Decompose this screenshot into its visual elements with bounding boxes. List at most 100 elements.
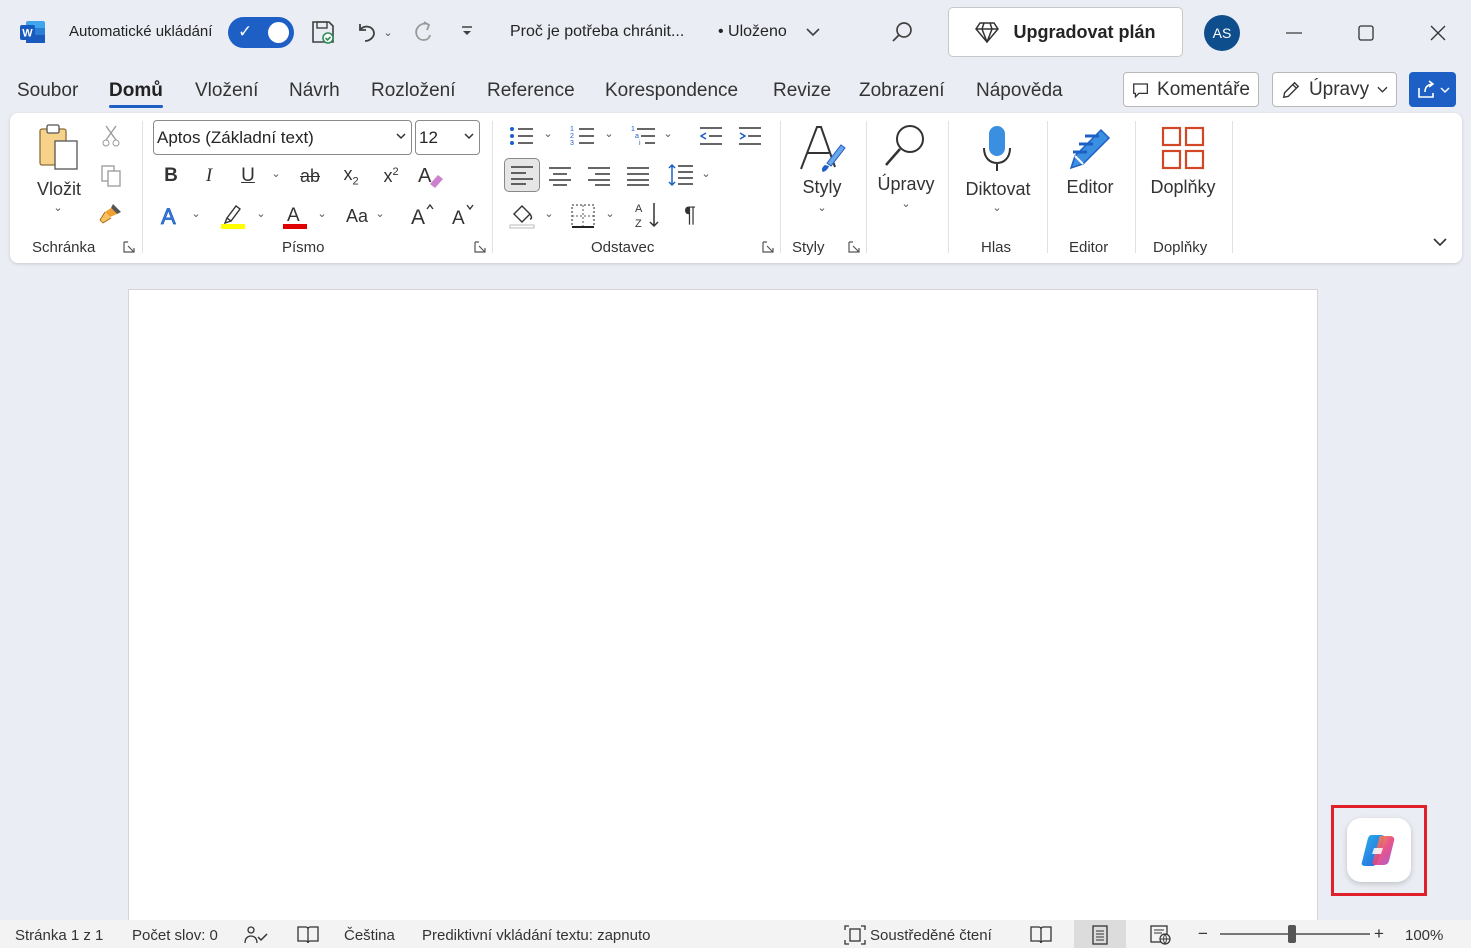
avatar[interactable]: AS: [1204, 15, 1240, 51]
customize-quick-access[interactable]: [452, 17, 482, 47]
upgrade-plan-button[interactable]: Upgradovat plán: [948, 7, 1183, 57]
grow-font-button[interactable]: A: [408, 201, 438, 229]
paste-button[interactable]: [34, 123, 84, 173]
tab-help[interactable]: Nápověda: [976, 80, 1063, 102]
autosave-toggle[interactable]: ✓: [228, 17, 294, 48]
clear-formatting-button[interactable]: A: [415, 161, 445, 191]
close-button[interactable]: [1423, 18, 1453, 48]
underline-button[interactable]: U: [235, 163, 261, 189]
line-spacing-dropdown[interactable]: ⌄: [698, 167, 714, 180]
chevron-down-icon[interactable]: ⌄: [814, 201, 830, 214]
read-mode-icon[interactable]: [1030, 925, 1052, 945]
web-layout-icon[interactable]: [1150, 925, 1172, 945]
font-color-dropdown[interactable]: ⌄: [314, 207, 330, 220]
predictive-text-status[interactable]: Prediktivní vkládání textu: zapnuto: [422, 927, 650, 944]
language-status[interactable]: Čeština: [344, 927, 395, 944]
tab-view[interactable]: Zobrazení: [859, 80, 945, 102]
redo-button[interactable]: [408, 17, 438, 47]
comments-button[interactable]: Komentáře: [1123, 72, 1259, 107]
word-count[interactable]: Počet slov: 0: [132, 927, 218, 944]
font-color-button[interactable]: A: [280, 201, 310, 231]
show-formatting-button[interactable]: ¶: [676, 201, 704, 229]
zoom-slider-thumb[interactable]: [1288, 925, 1296, 943]
ribbon-collapse-button[interactable]: [1428, 231, 1452, 253]
tab-mailings[interactable]: Korespondence: [605, 80, 738, 102]
maximize-button[interactable]: [1351, 18, 1381, 48]
align-center-button[interactable]: [547, 163, 573, 189]
chevron-down-icon[interactable]: ⌄: [898, 197, 914, 210]
bullets-dropdown[interactable]: ⌄: [540, 127, 556, 140]
highlight-button[interactable]: [218, 201, 248, 231]
tab-design[interactable]: Návrh: [289, 80, 340, 102]
decrease-indent-button[interactable]: [696, 123, 726, 149]
copilot-button[interactable]: [1347, 818, 1411, 882]
addins-button[interactable]: [1158, 123, 1208, 173]
superscript-button[interactable]: x2: [377, 163, 405, 189]
focus-icon[interactable]: [844, 925, 866, 945]
strikethrough-button[interactable]: ab: [296, 163, 324, 189]
clipboard-launcher-icon[interactable]: [123, 241, 135, 253]
justify-button[interactable]: [625, 163, 651, 189]
italic-button[interactable]: I: [196, 163, 222, 189]
tab-layout[interactable]: Rozložení: [371, 80, 456, 102]
text-effects-button[interactable]: A: [156, 203, 186, 229]
styles-launcher-icon[interactable]: [848, 241, 860, 253]
undo-dropdown[interactable]: ⌄: [378, 17, 398, 47]
tab-home[interactable]: Domů: [109, 80, 163, 108]
chevron-down-icon[interactable]: ⌄: [989, 201, 1005, 214]
focus-mode-label[interactable]: Soustředěné čtení: [870, 927, 992, 944]
bullets-button[interactable]: [507, 123, 537, 149]
zoom-out-button[interactable]: −: [1198, 924, 1208, 944]
search-button[interactable]: [887, 17, 917, 47]
copy-button[interactable]: [98, 163, 124, 189]
change-case-button[interactable]: Aa: [342, 203, 372, 229]
dictate-button[interactable]: [972, 121, 1022, 177]
bold-button[interactable]: B: [158, 163, 184, 189]
page-count[interactable]: Stránka 1 z 1: [15, 927, 103, 944]
editing-mode-button[interactable]: Úpravy: [1272, 72, 1397, 107]
shading-dropdown[interactable]: ⌄: [541, 207, 557, 220]
text-effects-dropdown[interactable]: ⌄: [188, 207, 204, 220]
multilevel-list-dropdown[interactable]: ⌄: [660, 127, 676, 140]
borders-dropdown[interactable]: ⌄: [602, 207, 618, 220]
proofing-book-icon[interactable]: [296, 925, 320, 945]
font-launcher-icon[interactable]: [474, 241, 486, 253]
saved-status[interactable]: • Uloženo: [718, 23, 787, 41]
underline-dropdown[interactable]: ⌄: [268, 167, 284, 180]
editor-button[interactable]: [1064, 121, 1116, 173]
borders-button[interactable]: [568, 201, 598, 231]
numbering-dropdown[interactable]: ⌄: [601, 127, 617, 140]
styles-button[interactable]: [796, 121, 848, 177]
editing-button[interactable]: [880, 119, 932, 171]
line-spacing-button[interactable]: [666, 161, 696, 189]
align-left-button[interactable]: [504, 158, 540, 192]
document-page[interactable]: [128, 289, 1318, 929]
align-right-button[interactable]: [586, 163, 612, 189]
zoom-in-button[interactable]: +: [1374, 924, 1384, 944]
numbering-button[interactable]: 123: [568, 123, 598, 149]
subscript-button[interactable]: x2: [337, 163, 365, 189]
chevron-down-icon[interactable]: ⌄: [50, 201, 66, 214]
format-painter-button[interactable]: [98, 201, 124, 227]
tab-references[interactable]: Reference: [487, 80, 575, 102]
saved-status-dropdown[interactable]: [798, 17, 828, 47]
increase-indent-button[interactable]: [735, 123, 765, 149]
font-name-combo[interactable]: Aptos (Základní text): [153, 120, 412, 155]
multilevel-list-button[interactable]: 1ai: [629, 123, 659, 149]
font-size-combo[interactable]: 12: [415, 120, 480, 155]
zoom-level[interactable]: 100%: [1405, 927, 1443, 944]
accessibility-icon[interactable]: [244, 925, 268, 945]
change-case-dropdown[interactable]: ⌄: [372, 207, 388, 220]
tab-file[interactable]: Soubor: [17, 80, 78, 102]
save-button[interactable]: [308, 17, 338, 47]
shrink-font-button[interactable]: A: [448, 201, 478, 229]
tab-review[interactable]: Revize: [773, 80, 831, 102]
share-button[interactable]: [1409, 72, 1456, 107]
minimize-button[interactable]: [1279, 18, 1309, 48]
document-title[interactable]: Proč je potřeba chránit...: [510, 23, 684, 41]
cut-button[interactable]: [98, 123, 124, 149]
highlight-dropdown[interactable]: ⌄: [253, 207, 269, 220]
sort-button[interactable]: AZ: [633, 199, 663, 231]
tab-insert[interactable]: Vložení: [195, 80, 258, 102]
shading-button[interactable]: [507, 201, 537, 231]
